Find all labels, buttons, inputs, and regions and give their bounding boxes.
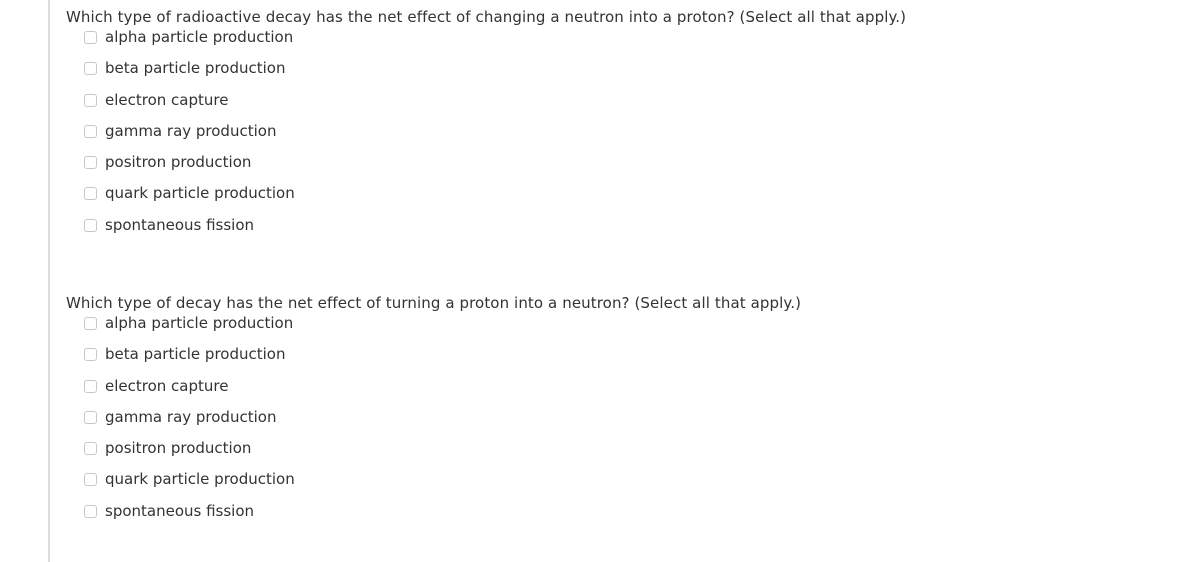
option-label: quark particle production <box>105 470 295 489</box>
option-label: beta particle production <box>105 345 286 364</box>
option-electron-capture[interactable]: electron capture <box>66 375 801 406</box>
option-quark-particle-production[interactable]: quark particle production <box>66 182 906 213</box>
checkbox[interactable] <box>84 93 97 107</box>
checkbox[interactable] <box>84 504 97 518</box>
option-label: gamma ray production <box>105 121 277 140</box>
question-prompt: Which type of radioactive decay has the … <box>66 8 907 26</box>
checkbox[interactable] <box>84 31 97 44</box>
checkbox[interactable] <box>84 124 97 138</box>
option-positron-production[interactable]: positron production <box>66 151 906 182</box>
question-prompt: Which type of decay has the net effect o… <box>66 294 802 312</box>
checkbox[interactable] <box>84 62 97 76</box>
option-label: alpha particle production <box>105 314 294 332</box>
option-label: electron capture <box>105 90 229 109</box>
option-alpha-particle-production[interactable]: alpha particle production <box>66 26 906 57</box>
option-positron-production[interactable]: positron production <box>66 437 801 468</box>
option-label: spontaneous fission <box>105 501 255 520</box>
option-label: beta particle production <box>105 59 286 78</box>
option-alpha-particle-production[interactable]: alpha particle production <box>66 312 801 343</box>
checkbox[interactable] <box>84 442 97 456</box>
option-gamma-ray-production[interactable]: gamma ray production <box>66 406 801 437</box>
option-label: positron production <box>105 153 252 172</box>
option-label: alpha particle production <box>105 28 294 46</box>
option-label: quark particle production <box>105 184 295 203</box>
option-label: spontaneous fission <box>105 215 255 234</box>
checkbox[interactable] <box>84 156 97 170</box>
option-label: positron production <box>105 439 252 458</box>
option-quark-particle-production[interactable]: quark particle production <box>66 468 801 499</box>
left-border-divider <box>48 0 50 562</box>
option-label: gamma ray production <box>105 407 277 426</box>
question-1: Which type of radioactive decay has the … <box>66 8 906 245</box>
answer-options: alpha particle production beta particle … <box>66 26 906 245</box>
checkbox[interactable] <box>84 317 97 330</box>
checkbox[interactable] <box>84 348 97 362</box>
option-electron-capture[interactable]: electron capture <box>66 89 906 120</box>
question-2: Which type of decay has the net effect o… <box>66 294 801 531</box>
option-beta-particle-production[interactable]: beta particle production <box>66 343 801 374</box>
checkbox[interactable] <box>84 187 97 201</box>
checkbox[interactable] <box>84 473 97 487</box>
answer-options: alpha particle production beta particle … <box>66 312 801 531</box>
checkbox[interactable] <box>84 379 97 393</box>
option-spontaneous-fission[interactable]: spontaneous fission <box>66 214 906 245</box>
option-gamma-ray-production[interactable]: gamma ray production <box>66 120 906 151</box>
option-label: electron capture <box>105 376 229 395</box>
option-spontaneous-fission[interactable]: spontaneous fission <box>66 500 801 531</box>
checkbox[interactable] <box>84 410 97 424</box>
option-beta-particle-production[interactable]: beta particle production <box>66 57 906 88</box>
checkbox[interactable] <box>84 218 97 232</box>
